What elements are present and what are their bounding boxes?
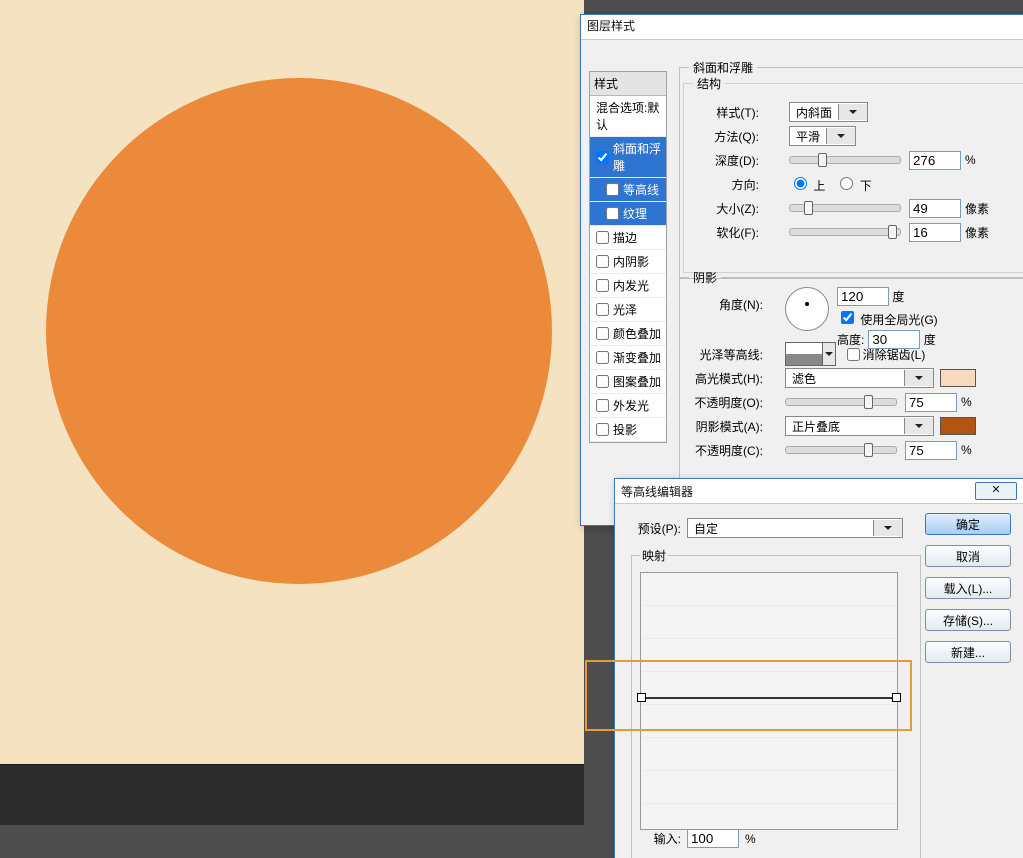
annotation-highlight bbox=[585, 660, 912, 731]
soft-slider[interactable] bbox=[789, 228, 901, 236]
highlight-color-swatch[interactable] bbox=[940, 369, 976, 387]
shading-section: 阴影 角度(N): 度 使用全局光(G) 高度: 度 光泽等高线: bbox=[679, 269, 1023, 497]
highlight-opacity-input[interactable] bbox=[905, 393, 957, 412]
angle-dial[interactable] bbox=[785, 287, 829, 331]
style-satin[interactable]: 光泽 bbox=[590, 298, 666, 322]
dialog-title[interactable]: 图层样式 bbox=[581, 15, 1023, 40]
style-blend[interactable]: 混合选项:默认 bbox=[590, 96, 666, 137]
highlight-opacity-slider[interactable] bbox=[785, 398, 897, 406]
style-dropshadow[interactable]: 投影 bbox=[590, 418, 666, 442]
bevel-legend: 斜面和浮雕 bbox=[689, 59, 757, 76]
chevron-down-icon bbox=[838, 104, 867, 120]
style-texture-check[interactable] bbox=[606, 207, 619, 220]
style-list[interactable]: 样式 混合选项:默认 斜面和浮雕 等高线 纹理 描边 内阴影 内发光 光泽 颜色… bbox=[589, 71, 667, 443]
style-innershadow[interactable]: 内阴影 bbox=[590, 250, 666, 274]
shading-legend: 阴影 bbox=[689, 269, 721, 286]
canvas[interactable] bbox=[0, 0, 584, 764]
shadow-opacity-slider[interactable] bbox=[785, 446, 897, 454]
save-button[interactable]: 存储(S)... bbox=[925, 609, 1011, 631]
bevel-style-dropdown[interactable]: 内斜面 bbox=[789, 102, 868, 122]
preset-dropdown[interactable]: 自定 bbox=[687, 518, 903, 538]
gloss-contour-picker[interactable] bbox=[785, 342, 823, 366]
new-button[interactable]: 新建... bbox=[925, 641, 1011, 663]
chevron-down-icon bbox=[904, 418, 933, 434]
dialog-title[interactable]: 等高线编辑器 ✕ bbox=[615, 479, 1023, 504]
shadow-color-swatch[interactable] bbox=[940, 417, 976, 435]
depth-slider[interactable] bbox=[789, 156, 901, 164]
shadow-mode-dropdown[interactable]: 正片叠底 bbox=[785, 416, 934, 436]
chevron-down-icon[interactable] bbox=[823, 342, 836, 366]
dir-up-radio[interactable] bbox=[794, 177, 807, 190]
size-input[interactable] bbox=[909, 199, 961, 218]
layer-style-dialog[interactable]: 图层样式 样式 混合选项:默认 斜面和浮雕 等高线 纹理 描边 内阴影 内发光 … bbox=[580, 14, 1023, 526]
chevron-down-icon bbox=[904, 370, 933, 386]
bevel-method-dropdown[interactable]: 平滑 bbox=[789, 126, 856, 146]
antialias-check[interactable] bbox=[847, 348, 860, 361]
depth-input[interactable] bbox=[909, 151, 961, 170]
angle-input[interactable] bbox=[837, 287, 889, 306]
style-stroke[interactable]: 描边 bbox=[590, 226, 666, 250]
style-bevel-check[interactable] bbox=[596, 151, 609, 164]
structure-section: 结构 样式(T): 内斜面 方法(Q): 平滑 深度(D): % 方向: 上 下… bbox=[683, 75, 1023, 273]
chevron-down-icon bbox=[873, 520, 902, 536]
style-coloroverlay[interactable]: 颜色叠加 bbox=[590, 322, 666, 346]
global-light-check[interactable] bbox=[841, 311, 854, 324]
style-pattoverlay[interactable]: 图案叠加 bbox=[590, 370, 666, 394]
shape-circle[interactable] bbox=[46, 78, 552, 584]
workspace-bottom bbox=[0, 764, 584, 825]
style-texture[interactable]: 纹理 bbox=[590, 202, 666, 226]
load-button[interactable]: 载入(L)... bbox=[925, 577, 1011, 599]
cancel-button[interactable]: 取消 bbox=[925, 545, 1011, 567]
highlight-mode-dropdown[interactable]: 滤色 bbox=[785, 368, 934, 388]
style-bevel[interactable]: 斜面和浮雕 bbox=[590, 137, 666, 178]
chevron-down-icon bbox=[826, 128, 855, 144]
contour-input-value[interactable] bbox=[687, 829, 739, 848]
style-innerglow[interactable]: 内发光 bbox=[590, 274, 666, 298]
style-outerglow[interactable]: 外发光 bbox=[590, 394, 666, 418]
soft-input[interactable] bbox=[909, 223, 961, 242]
size-slider[interactable] bbox=[789, 204, 901, 212]
style-list-header: 样式 bbox=[590, 72, 666, 96]
shadow-opacity-input[interactable] bbox=[905, 441, 957, 460]
ok-button[interactable]: 确定 bbox=[925, 513, 1011, 535]
style-contour[interactable]: 等高线 bbox=[590, 178, 666, 202]
style-gradoverlay[interactable]: 渐变叠加 bbox=[590, 346, 666, 370]
dir-down-radio[interactable] bbox=[840, 177, 853, 190]
style-contour-check[interactable] bbox=[606, 183, 619, 196]
close-button[interactable]: ✕ bbox=[975, 482, 1017, 500]
structure-legend: 结构 bbox=[693, 75, 725, 92]
